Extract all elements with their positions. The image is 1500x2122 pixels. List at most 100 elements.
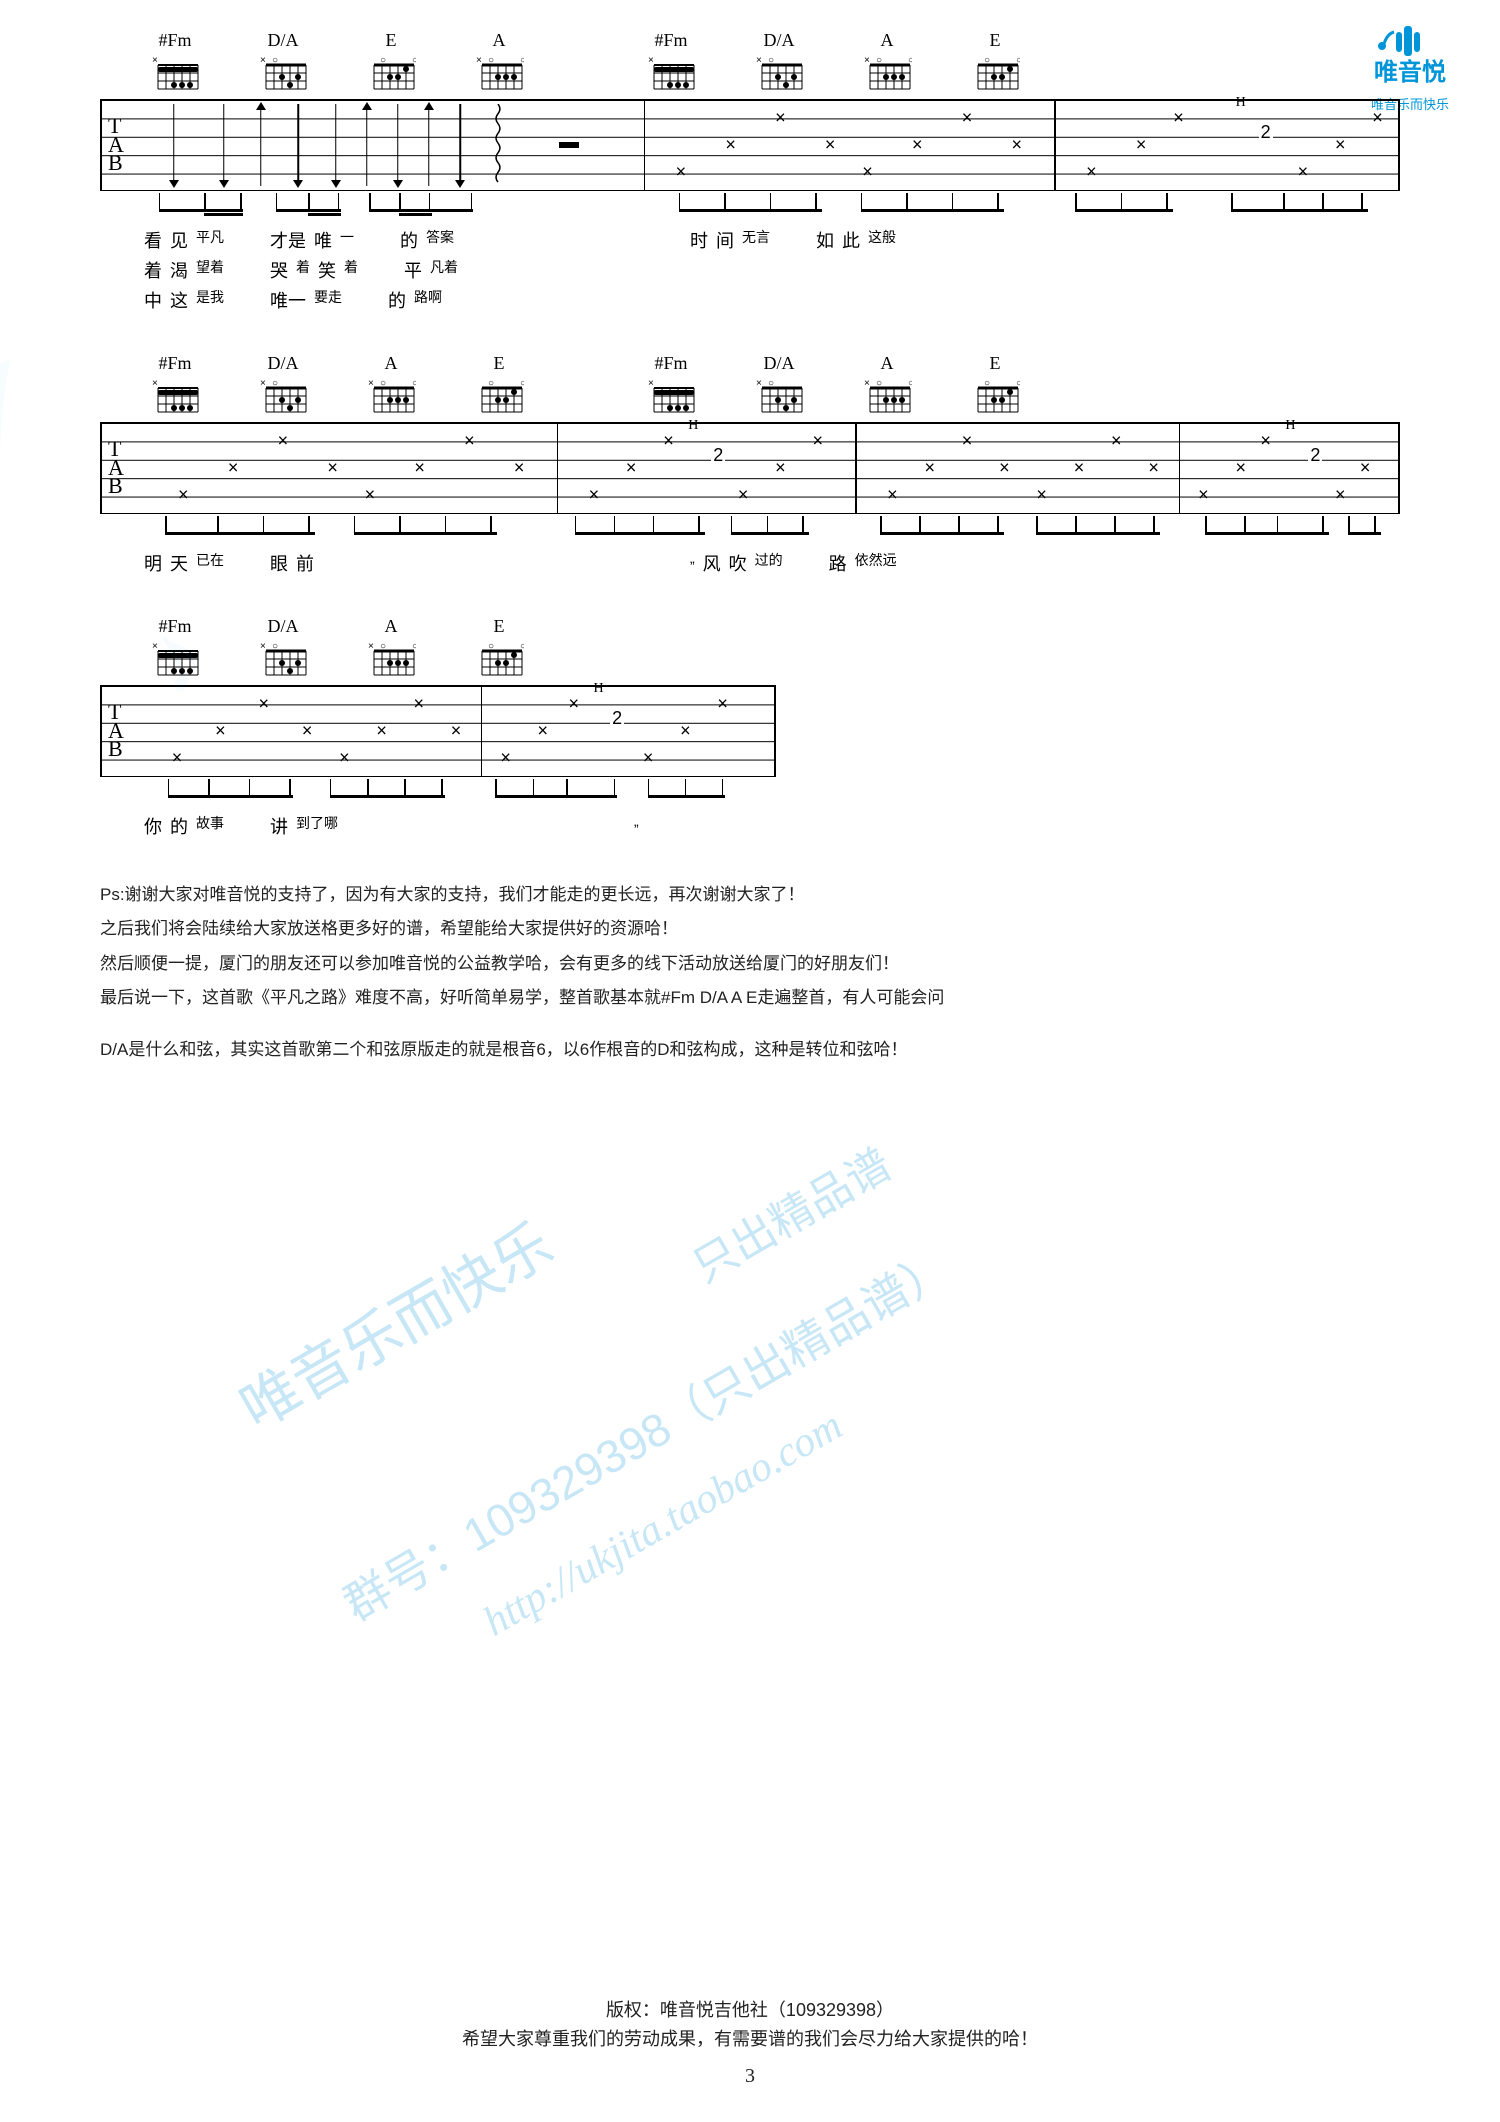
watermark-text: 唯音乐而快乐 [222,1199,565,1446]
tab-system-1: #Fm× D/A×○ E○○ A×○○ #Fm× D/A×○ A×○○ E○○ … [100,30,1400,313]
lyric-syllable: 的 [388,287,406,313]
tab-clef: TAB [108,117,124,173]
lyric-line: 中这是我唯一要走的路啊 [100,287,1400,313]
svg-text:×: × [864,55,870,66]
lyric-syllable: 路 [829,550,847,576]
lyric-syllable: 唯一 [270,287,306,313]
lyric-syllable: 的 [400,227,418,253]
note-line [100,1016,1400,1032]
lyric-syllable: 间 [716,227,734,253]
page-number: 3 [0,2060,1500,2092]
svg-text:×: × [152,378,158,389]
lyric-syllable: 故事 [196,813,224,839]
svg-text:×: × [648,378,654,389]
note-line: 之后我们将会陆续给大家放送格更多好的谱，希望能给大家提供好的资源哈！ [100,913,1400,945]
lyric-syllable [232,257,262,283]
lyric-syllable [366,257,396,283]
tab-system-2: #Fm× D/A×○ A×○○ E○○ #Fm× D/A×○ A×○○ E○○ … [100,353,1400,576]
lyric-syllable: 已在 [196,550,224,576]
lyric-syllable: 天 [170,550,188,576]
lyric-syllable: 讲 [270,813,288,839]
chord: E○○ [964,30,1026,95]
lyric-syllable: 你 [144,813,162,839]
lyric-syllable: 笑 [318,257,336,283]
svg-text:×: × [260,378,266,389]
chord-row: #Fm× D/A×○ A×○○ E○○ #Fm× D/A×○ A×○○ E○○ [100,353,1400,418]
tab-staff: TAB × × × × × × [100,99,1400,191]
svg-text:×: × [368,641,374,652]
beam-row [100,193,1400,221]
lyric-syllable: 凡着 [430,257,458,283]
watermark-url: http://ukjita.taobao.com [475,1402,851,1647]
chord: #Fm× [640,30,702,95]
chord: #Fm× [144,616,206,681]
lyrics: 看见平凡才是唯一的答案时间无言如此这般着渴望着哭着笑着平凡着中这是我唯一要走的路… [100,227,1400,313]
svg-text:×: × [648,55,654,66]
watermark-text: 只出精品谱 [679,1129,902,1294]
notes-paragraph: Ps:谢谢大家对唯音悦的支持了，因为有大家的支持，我们才能走的更长远，再次谢谢大… [100,879,1400,1066]
lyric-syllable: 过的 [755,550,783,576]
lyric-syllable: 如 [816,227,834,253]
svg-text:×: × [756,55,762,66]
lyric-syllable: 见 [170,227,188,253]
lyric-syllable [346,813,626,839]
lyric-syllable [462,227,682,253]
lyrics: 明天已在眼前„风吹过的路依然远 [100,550,1400,576]
lyric-syllable: 望着 [196,257,224,283]
chord: A×○○ [468,30,530,95]
lyric-syllable: 眼 [270,550,288,576]
lyric-syllable [232,227,262,253]
note-line: Ps:谢谢大家对唯音悦的支持了，因为有大家的支持，我们才能走的更长远，再次谢谢大… [100,879,1400,911]
brand-logo-icon: 唯音悦 [1370,20,1450,90]
lyric-syllable: 明 [144,550,162,576]
tab-staff: TAB × × × × × × × × × × × H 2 × × × × [100,422,1400,514]
lyric-line: 着渴望着哭着笑着平凡着 [100,257,1400,283]
chord: D/A×○ [252,616,314,681]
chord: A×○○ [360,353,422,418]
chord-row: #Fm× D/A×○ E○○ A×○○ #Fm× D/A×○ A×○○ E○○ [100,30,1400,95]
lyric-syllable [232,550,262,576]
chord: A×○○ [856,30,918,95]
page-footer: 版权：唯音悦吉他社（109329398） 希望大家尊重我们的劳动成果，有需要谱的… [0,1996,1500,2092]
lyric-syllable: 到了哪 [296,813,338,839]
lyric-syllable: 依然远 [855,550,897,576]
lyric-syllable: 无言 [742,227,770,253]
lyric-syllable: 的 [170,813,188,839]
lyric-syllable: 这 [170,287,188,313]
svg-text:唯音悦: 唯音悦 [1374,58,1446,86]
chord: E○○ [468,616,530,681]
chord: #Fm× [640,353,702,418]
lyric-syllable: 路啊 [414,287,442,313]
chord: E○○ [468,353,530,418]
note-line: D/A是什么和弦，其实这首歌第二个和弦原版走的就是根音6，以6作根音的D和弦构成… [100,1034,1400,1066]
lyric-syllable: 这般 [868,227,896,253]
lyric-syllable [232,287,262,313]
chord: E○○ [964,353,1026,418]
lyric-syllable [350,287,380,313]
beam-row [100,779,776,807]
chord: A×○○ [856,353,918,418]
lyric-syllable [791,550,821,576]
footer-copyright: 版权：唯音悦吉他社（109329398） [0,1996,1500,2025]
svg-text:×: × [368,378,374,389]
lyric-syllable: 时 [690,227,708,253]
lyric-syllable: 一 [340,227,354,253]
lyric-syllable: 中 [144,287,162,313]
lyric-syllable: 着 [296,257,310,283]
svg-text:×: × [260,55,266,66]
watermark-group-id: 群号：109329398（只出精品谱） [330,1232,961,1634]
lyric-syllable: 渴 [170,257,188,283]
lyric-syllable: 平凡 [196,227,224,253]
chord: D/A×○ [748,30,810,95]
note-line: 最后说一下，这首歌《平凡之路》难度不高，好听简单易学，整首歌基本就#Fm D/A… [100,982,1400,1014]
lyric-syllable: 才是 [270,227,306,253]
lyric-syllable: 答案 [426,227,454,253]
lyric-syllable [778,227,808,253]
svg-text:×: × [864,378,870,389]
chord: #Fm× [144,30,206,95]
page: 唯音悦 唯音乐而快乐 #Fm× D/A×○ E○○ A×○○ #Fm× D/A×… [0,0,1500,1108]
chord: D/A×○ [252,353,314,418]
tab-system-3: #Fm× D/A×○ A×○○ E○○ TAB × × × × × × × × … [100,616,776,839]
note-line: 然后顺便一提，厦门的朋友还可以参加唯音悦的公益教学哈，会有更多的线下活动放送给厦… [100,948,1400,980]
lyric-syllable [362,227,392,253]
